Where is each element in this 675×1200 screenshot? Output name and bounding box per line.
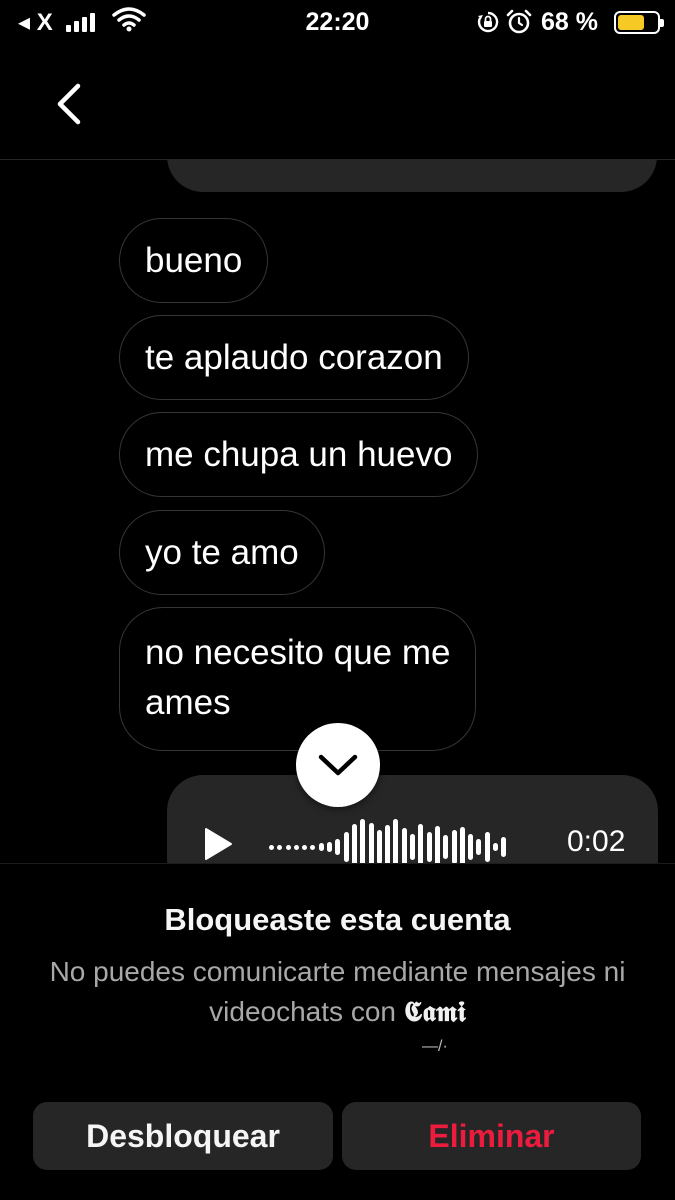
waveform-bar — [302, 844, 308, 850]
incoming-message-bubble[interactable]: no necesito que me ames — [119, 607, 477, 751]
waveform-bar — [385, 825, 391, 863]
chevron-down-icon — [318, 754, 358, 776]
waveform-bar — [418, 824, 424, 863]
orientation-lock-icon — [476, 10, 500, 39]
waveform-bar — [393, 819, 399, 863]
waveform-bar — [468, 834, 474, 860]
blocked-extra-text: —/· — [422, 1038, 448, 1055]
waveform-bar — [434, 826, 440, 863]
conversation-header — [0, 48, 675, 160]
waveform-bar — [443, 835, 449, 859]
waveform-bar — [351, 824, 357, 863]
waveform-bar — [310, 844, 316, 850]
incoming-message-bubble[interactable]: te aplaudo corazon — [119, 315, 469, 400]
waveform-bar — [269, 844, 274, 850]
waveform-bar — [343, 832, 349, 862]
waveform-bar — [476, 839, 482, 855]
blocked-account-panel: Bloqueaste esta cuenta No puedes comunic… — [0, 863, 675, 1200]
waveform-bar — [501, 837, 507, 857]
waveform-bar — [484, 832, 490, 862]
delete-button[interactable]: Eliminar — [342, 1102, 641, 1170]
waveform-bar — [293, 844, 299, 850]
waveform-bar — [426, 832, 432, 862]
waveform-bar — [493, 843, 499, 851]
waveform-bar — [401, 828, 407, 863]
incoming-message-bubble[interactable]: bueno — [119, 218, 269, 303]
waveform-bar — [327, 842, 333, 852]
unblock-button[interactable]: Desbloquear — [33, 1102, 333, 1170]
blocked-title: Bloqueaste esta cuenta — [164, 902, 511, 937]
waveform-bar — [318, 843, 324, 851]
play-icon[interactable] — [203, 827, 233, 863]
waveform-bar — [335, 839, 341, 855]
waveform-bar — [459, 827, 465, 863]
waveform-bar — [368, 823, 374, 863]
waveform-bar — [376, 830, 382, 863]
chevron-left-icon — [57, 83, 81, 125]
waveform-bar — [285, 844, 291, 850]
waveform-bar — [277, 844, 283, 850]
waveform-bar — [451, 830, 457, 863]
incoming-message-bubble[interactable]: yo te amo — [119, 510, 325, 595]
audio-waveform[interactable] — [269, 795, 549, 863]
scroll-down-button[interactable] — [296, 723, 380, 807]
back-button[interactable] — [44, 76, 94, 132]
waveform-bar — [410, 834, 416, 860]
incoming-message-bubble[interactable]: me chupa un huevo — [119, 412, 479, 497]
battery-percent: 68 % — [541, 8, 598, 36]
blocked-contact-name: 𝕮𝖆𝖒𝖎 — [403, 995, 466, 1028]
audio-duration: 0:02 — [567, 825, 626, 858]
status-bar: ◂ X 22:20 68 % — [0, 0, 675, 48]
alarm-icon — [506, 9, 532, 40]
waveform-bar — [360, 819, 366, 863]
blocked-description-text: No puedes comunicarte mediante mensajes … — [49, 956, 626, 1027]
outgoing-message-bubble[interactable] — [167, 160, 657, 192]
blocked-description: No puedes comunicarte mediante mensajes … — [40, 952, 635, 1032]
audio-message-bubble[interactable]: 0:02 — [167, 775, 658, 863]
battery-icon — [614, 11, 664, 34]
